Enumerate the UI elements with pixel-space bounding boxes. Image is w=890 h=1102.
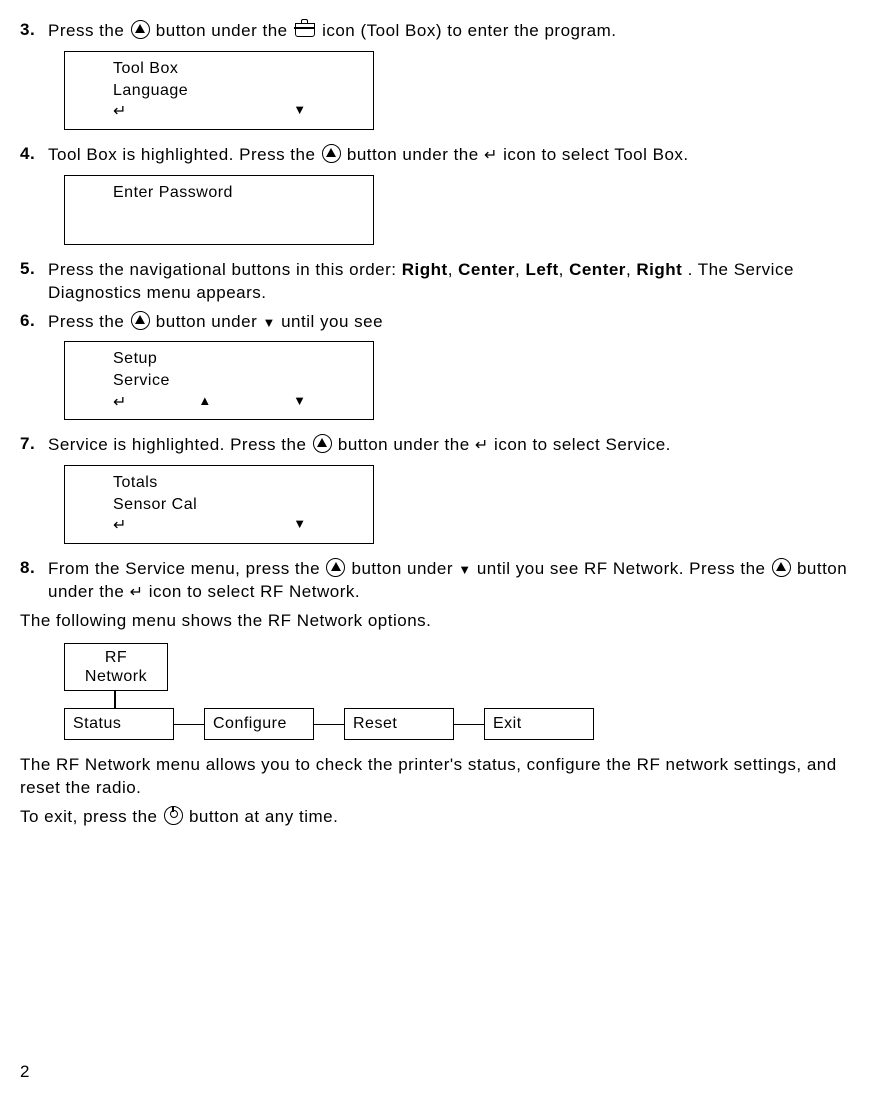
toolbox-icon [295, 23, 315, 37]
display-line: Totals [113, 472, 363, 494]
enter-icon: ↵ [113, 515, 127, 537]
text: until you see RF Network. Press the [477, 559, 771, 578]
down-icon: ▼ [293, 392, 306, 414]
display-line: Service [113, 370, 363, 392]
enter-icon: ↵ [130, 584, 144, 601]
rf-network-menu-tree: RF Network Status Configure Reset Exit [64, 643, 860, 740]
display-line: Sensor Cal [113, 494, 363, 516]
display-line: Language [113, 80, 363, 102]
text: , [559, 260, 569, 279]
down-icon: ▼ [262, 315, 275, 330]
text: Press the navigational buttons in this o… [48, 260, 402, 279]
step-7: 7. Service is highlighted. Press the but… [20, 434, 860, 457]
display-softkeys: ↵ ▲ ▼ [113, 392, 363, 414]
step-4: 4. Tool Box is highlighted. Press the bu… [20, 144, 860, 167]
text: button under [352, 559, 459, 578]
step-3: 3. Press the button under the icon (Tool… [20, 20, 860, 43]
bold-text: Left [525, 260, 558, 279]
text: , [448, 260, 458, 279]
step-body: Press the button under the icon (Tool Bo… [48, 20, 860, 43]
tree-connector [114, 691, 116, 708]
text: icon to select Service. [494, 435, 671, 454]
paragraph: To exit, press the button at any time. [20, 806, 860, 829]
enter-icon: ↵ [484, 147, 498, 164]
enter-icon: ↵ [113, 101, 127, 123]
text: Service is highlighted. Press the [48, 435, 312, 454]
text: button under the [338, 435, 475, 454]
triangle-button-icon [326, 558, 345, 577]
step-5: 5. Press the navigational buttons in thi… [20, 259, 860, 305]
text: Press the [48, 21, 130, 40]
triangle-button-icon [313, 434, 332, 453]
paragraph: The RF Network menu allows you to check … [20, 754, 860, 800]
display-line: Enter Password [113, 182, 363, 204]
feed-button-icon [164, 806, 183, 825]
triangle-button-icon [772, 558, 791, 577]
display-softkeys: ↵ ▼ [113, 515, 363, 537]
down-icon: ▼ [293, 515, 306, 537]
tree-node-status: Status [64, 708, 174, 740]
step-number: 3. [20, 20, 48, 43]
bold-text: Right [402, 260, 448, 279]
page-number: 2 [20, 1062, 30, 1082]
text: RF [71, 648, 161, 667]
down-icon: ▼ [293, 101, 306, 123]
step-body: Tool Box is highlighted. Press the butto… [48, 144, 860, 167]
text: button under the [156, 21, 293, 40]
text: Press the [48, 312, 130, 331]
text: button under [156, 312, 263, 331]
tree-node-reset: Reset [344, 708, 454, 740]
step-6: 6. Press the button under ▼ until you se… [20, 311, 860, 334]
tree-connector [314, 724, 344, 725]
display-box-4: Enter Password [64, 175, 374, 245]
bold-text: Center [569, 260, 626, 279]
display-box-3: Tool Box Language ↵ ▼ [64, 51, 374, 130]
step-body: Press the button under ▼ until you see [48, 311, 860, 334]
text: , [626, 260, 636, 279]
step-number: 5. [20, 259, 48, 305]
step-number: 6. [20, 311, 48, 334]
text: button under the [347, 145, 484, 164]
enter-icon: ↵ [475, 437, 489, 454]
display-softkeys: ↵ ▼ [113, 101, 363, 123]
triangle-button-icon [131, 311, 150, 330]
triangle-button-icon [131, 20, 150, 39]
bold-text: Right [636, 260, 682, 279]
text: until you see [281, 312, 383, 331]
display-line: Tool Box [113, 58, 363, 80]
step-body: From the Service menu, press the button … [48, 558, 860, 604]
step-body: Service is highlighted. Press the button… [48, 434, 860, 457]
tree-node-exit: Exit [484, 708, 594, 740]
text: To exit, press the [20, 807, 163, 826]
down-icon: ▼ [458, 562, 471, 577]
text: Tool Box is highlighted. Press the [48, 145, 321, 164]
text: button at any time. [189, 807, 338, 826]
display-box-7: Totals Sensor Cal ↵ ▼ [64, 465, 374, 544]
tree-node-configure: Configure [204, 708, 314, 740]
bold-text: Center [458, 260, 515, 279]
up-icon: ▲ [198, 392, 211, 414]
text: icon to select Tool Box. [503, 145, 689, 164]
tree-root: RF Network [64, 643, 168, 691]
text: , [515, 260, 525, 279]
step-number: 4. [20, 144, 48, 167]
step-number: 7. [20, 434, 48, 457]
step-body: Press the navigational buttons in this o… [48, 259, 860, 305]
tree-children: Status Configure Reset Exit [64, 708, 860, 740]
tree-connector [454, 724, 484, 725]
display-line: Setup [113, 348, 363, 370]
paragraph: The following menu shows the RF Network … [20, 610, 860, 633]
step-8: 8. From the Service menu, press the butt… [20, 558, 860, 604]
step-number: 8. [20, 558, 48, 604]
triangle-button-icon [322, 144, 341, 163]
text: From the Service menu, press the [48, 559, 325, 578]
text: Network [71, 667, 161, 686]
enter-icon: ↵ [113, 392, 127, 414]
text: icon to select RF Network. [149, 582, 360, 601]
tree-connector [174, 724, 204, 725]
display-box-6: Setup Service ↵ ▲ ▼ [64, 341, 374, 420]
text: icon (Tool Box) to enter the program. [322, 21, 616, 40]
